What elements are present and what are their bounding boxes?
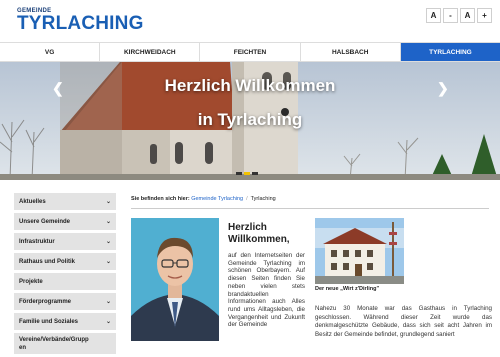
breadcrumb: Sie befinden sich hier: Gemeinde Tyrlach… [131,196,276,202]
chevron-down-icon: ⌄ [105,299,111,305]
slider-prev-icon[interactable]: ❮ [52,80,64,97]
inn-photo [315,218,404,284]
sidebar-item-familie[interactable]: Familie und Soziales ⌄ [14,313,116,330]
sidebar-menu: Aktuelles ⌄ Unsere Gemeinde ⌄ Infrastruktu… [14,193,116,357]
chevron-down-icon: ⌄ [105,219,111,225]
nav-item-vg[interactable]: VG [0,43,101,61]
sidebar-item-label: Unsere Gemeinde [19,218,71,225]
breadcrumb-current: Tyrlaching [250,196,276,202]
welcome-text: auf den Internetseiten der Gemeinde Tyrl… [228,252,305,329]
font-decrease-letter[interactable]: A [426,8,441,23]
site-logo[interactable]: TYRLACHING [17,13,144,35]
sidebar-item-label: Förderprogramme [19,298,72,305]
slider-next-icon[interactable]: ❯ [437,80,449,97]
sidebar-item-label: Vereine/Verbände/Grupp en [19,337,89,351]
slider-dot[interactable] [252,172,258,175]
hero-slider: Herzlich Willkommen in Tyrlaching ❮ ❯ [0,62,500,180]
main-nav: VG KIRCHWEIDACH FEICHTEN HALSBACH TYRLAC… [0,42,500,62]
font-increase-letter[interactable]: A [460,8,475,23]
breadcrumb-prefix: Sie befinden sich hier: [131,196,190,202]
mayor-portrait [131,218,219,341]
inn-caption: Der neue „Wirt z'Dirling" [315,286,380,292]
slider-pagination [236,172,258,175]
chevron-down-icon: ⌄ [105,259,111,265]
nav-item-tyrlaching[interactable]: TYRLACHING [400,43,500,61]
nav-item-halsbach[interactable]: HALSBACH [301,43,401,61]
font-decrease-button[interactable]: - [443,8,458,23]
sidebar-item-label: Projekte [19,278,43,285]
chevron-down-icon: ⌄ [105,319,111,325]
sidebar-item-infrastruktur[interactable]: Infrastruktur ⌄ [14,233,116,250]
sidebar-item-vereine[interactable]: Vereine/Verbände/Grupp en [14,333,116,354]
chevron-down-icon: ⌄ [105,239,111,245]
sidebar-item-label: Rathaus und Politik [19,258,76,265]
sidebar-item-label: Familie und Soziales [19,318,79,325]
welcome-heading: Herzlich Willkommen, [228,222,290,245]
nav-item-feichten[interactable]: FEICHTEN [200,43,301,61]
breadcrumb-separator: / [246,196,248,202]
slider-dot-active[interactable] [244,172,250,175]
sidebar-item-aktuelles[interactable]: Aktuelles ⌄ [14,193,116,210]
site-header: GEMEINDE TYRLACHING A - A + [0,0,500,41]
sidebar-item-label: Infrastruktur [19,238,55,245]
sidebar-item-foerderprogramme[interactable]: Förderprogramme ⌄ [14,293,116,310]
chevron-down-icon: ⌄ [105,199,111,205]
sidebar-item-label: Aktuelles [19,198,46,205]
hero-title-line-2: in Tyrlaching [197,110,303,129]
sidebar-item-unsere-gemeinde[interactable]: Unsere Gemeinde ⌄ [14,213,116,230]
breadcrumb-link[interactable]: Gemeinde Tyrlaching [191,196,243,202]
font-increase-button[interactable]: + [477,8,492,23]
divider [131,208,489,209]
sidebar-item-rathaus[interactable]: Rathaus und Politik ⌄ [14,253,116,270]
article-text: Nahezu 30 Monate war das Gasthaus in Tyr… [315,305,492,338]
font-size-controls: A - A + [426,8,492,23]
sidebar-item-projekte[interactable]: Projekte [14,273,116,290]
nav-item-kirchweidach[interactable]: KIRCHWEIDACH [100,43,201,61]
hero-title-line-1: Herzlich Willkommen [164,76,336,95]
slider-dot[interactable] [236,172,242,175]
